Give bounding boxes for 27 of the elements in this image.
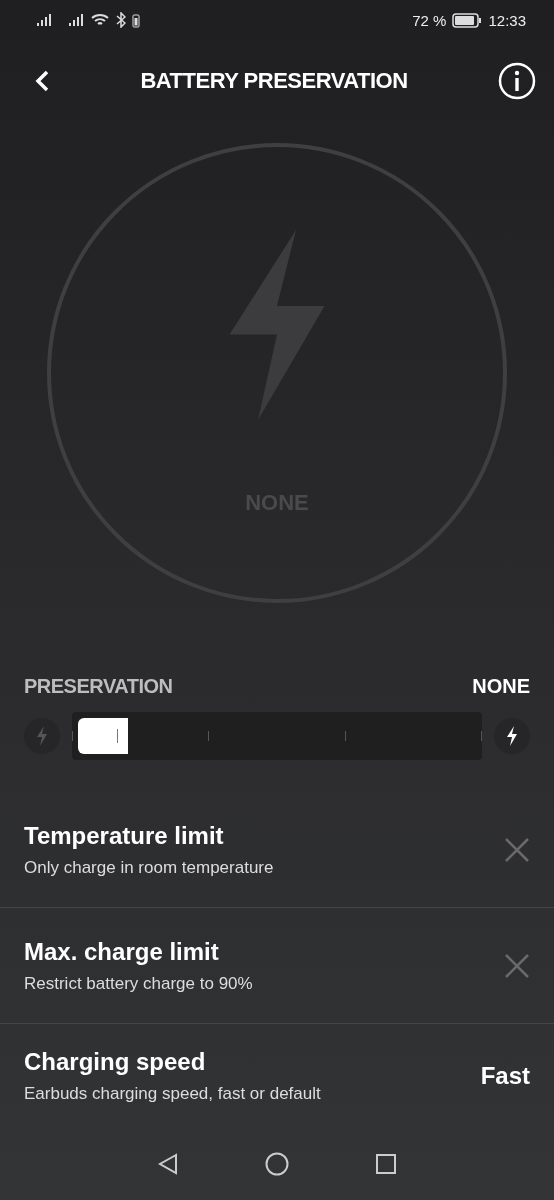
setting-title: Charging speed	[24, 1047, 207, 1076]
close-icon[interactable]	[504, 952, 530, 979]
wifi-icon	[90, 13, 110, 27]
preservation-value: NONE	[472, 675, 530, 698]
signal-icon	[68, 13, 84, 27]
clock-time: 12:33	[488, 11, 526, 29]
battery-icon	[452, 12, 483, 28]
setting-value[interactable]: Fast	[480, 1061, 530, 1090]
battery-percentage: 72 %	[412, 11, 447, 29]
page-title: BATTERY PRESERVATION	[140, 68, 408, 94]
setting-description: Restrict battery charge to 90%	[24, 973, 253, 994]
setting-title: Max. charge limit	[24, 937, 220, 966]
battery-icon	[132, 12, 140, 28]
recents-icon[interactable]	[375, 1152, 397, 1175]
back-button[interactable]	[34, 69, 50, 93]
preservation-label: PRESERVATION	[24, 675, 173, 698]
lightning-icon	[36, 726, 48, 746]
setting-title: Temperature limit	[24, 821, 225, 850]
lightning-icon	[506, 726, 518, 746]
back-icon[interactable]	[157, 1152, 179, 1175]
close-icon[interactable]	[504, 836, 530, 863]
setting-description: Earbuds charging speed, fast or default	[24, 1083, 321, 1104]
home-icon[interactable]	[265, 1151, 289, 1176]
setting-description: Only charge in room temperature	[24, 857, 274, 878]
info-button[interactable]	[498, 62, 536, 100]
bluetooth-icon	[116, 12, 126, 28]
signal-icon	[36, 13, 52, 27]
